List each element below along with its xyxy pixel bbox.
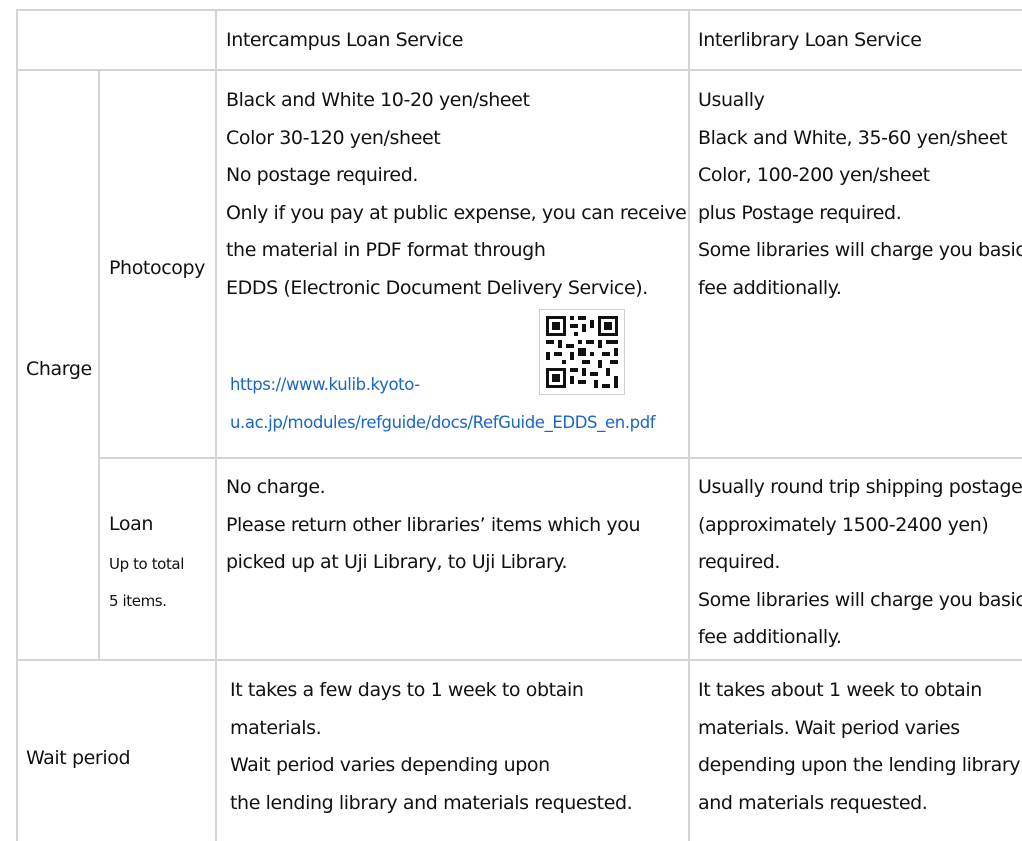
cell-line: Please return other libraries’ items whi…	[226, 513, 641, 536]
edds-guide-link[interactable]: https://www.kulib.kyoto-	[230, 366, 420, 404]
cell-line: It takes a few days to 1 week to obtain	[230, 679, 584, 701]
row-divider-header	[16, 69, 1022, 71]
table-border-left	[16, 9, 18, 841]
loan-sublabel: 5 items.	[109, 592, 167, 610]
col-divider-sublabel	[98, 70, 100, 660]
wait-period-label: Wait period	[26, 747, 131, 769]
cell-line: No charge.	[226, 476, 326, 498]
cell-line: It takes about 1 week to obtain	[698, 679, 982, 701]
qr-code-image	[539, 309, 625, 395]
qr-code-graphic	[540, 310, 624, 394]
cell-line: Some libraries will charge you basic	[698, 588, 1022, 611]
cell-line: depending upon the lending library	[698, 754, 1021, 776]
loan-service-comparison-table: Intercampus Loan Service Interlibrary Lo…	[0, 0, 1022, 841]
cell-line: Wait period varies depending upon	[230, 754, 550, 776]
photocopy-label: Photocopy	[109, 257, 205, 279]
cell-line: Only if you pay at public expense, you c…	[226, 201, 687, 224]
cell-line: materials.	[230, 716, 322, 739]
edds-guide-link-continued[interactable]: u.ac.jp/modules/refguide/docs/RefGuide_E…	[230, 404, 656, 442]
header-interlibrary: Interlibrary Loan Service	[698, 29, 922, 51]
cell-line: Color 30-120 yen/sheet	[226, 126, 441, 149]
cell-line: Some libraries will charge you basic	[698, 239, 1022, 261]
charge-label: Charge	[26, 358, 92, 380]
cell-line: required.	[698, 551, 781, 573]
cell-line: No postage required.	[226, 164, 418, 186]
cell-line: Black and White, 35-60 yen/sheet	[698, 126, 1008, 149]
cell-line: the lending library and materials reques…	[230, 791, 633, 814]
cell-line: materials. Wait period varies	[698, 716, 960, 739]
header-intercampus: Intercampus Loan Service	[226, 29, 464, 51]
row-divider-charge	[16, 659, 1022, 661]
cell-line: EDDS (Electronic Document Delivery Servi…	[226, 276, 648, 299]
cell-line: picked up at Uji Library, to Uji Library…	[226, 551, 568, 573]
loan-sublabel: Up to total	[109, 555, 184, 573]
col-divider-interlibrary	[688, 9, 690, 841]
cell-line: the material in PDF format through	[226, 239, 546, 261]
col-divider-intercampus	[215, 9, 217, 841]
cell-line: Color, 100-200 yen/sheet	[698, 164, 930, 186]
cell-line: (approximately 1500-2400 yen)	[698, 513, 989, 536]
loan-label: Loan	[109, 513, 153, 535]
row-divider-photocopy	[98, 457, 1022, 459]
cell-line: fee additionally.	[698, 626, 842, 648]
cell-line: Usually	[698, 89, 765, 111]
table-border-top	[16, 9, 1022, 11]
cell-line: fee additionally.	[698, 276, 842, 299]
cell-line: Black and White 10-20 yen/sheet	[226, 89, 530, 111]
cell-line: and materials requested.	[698, 791, 928, 814]
cell-line: plus Postage required.	[698, 201, 902, 224]
cell-line: Usually round trip shipping postage	[698, 476, 1022, 498]
